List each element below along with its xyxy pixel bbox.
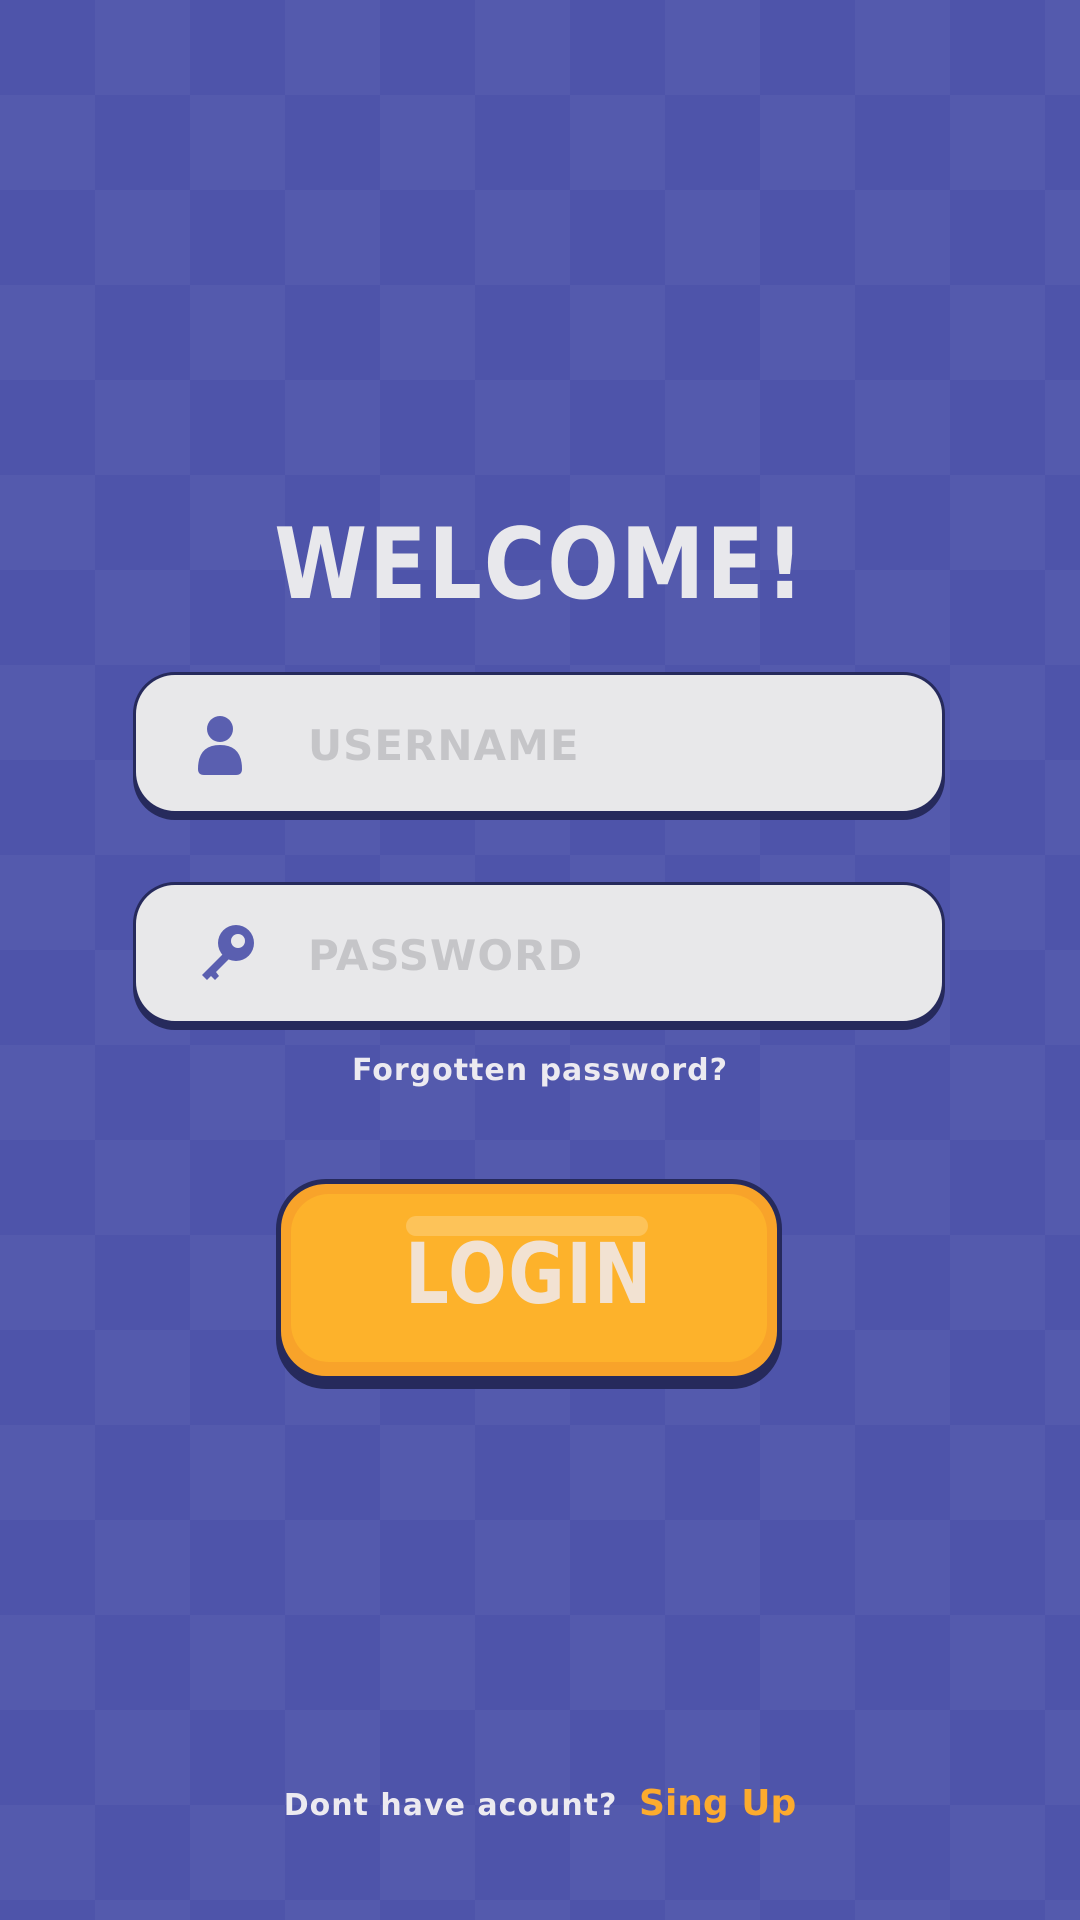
key-icon <box>194 921 264 991</box>
login-button[interactable]: LOGIN <box>276 1179 782 1381</box>
username-input[interactable] <box>308 705 908 785</box>
signup-link[interactable]: Sing Up <box>639 1783 796 1824</box>
login-screen: WELCOME! Forgotten password? LOGIN Dont … <box>0 0 1080 1920</box>
login-button-label: LOGIN <box>404 1225 653 1323</box>
user-icon <box>194 711 264 781</box>
password-field[interactable] <box>133 882 945 1024</box>
signup-row: Dont have acount? Sing Up <box>0 1783 1080 1824</box>
forgot-password-link[interactable]: Forgotten password? <box>0 1053 1080 1088</box>
welcome-title: WELCOME! <box>274 508 806 622</box>
username-field[interactable] <box>133 672 945 814</box>
signup-prompt: Dont have acount? <box>283 1788 618 1823</box>
password-input[interactable] <box>308 915 908 995</box>
